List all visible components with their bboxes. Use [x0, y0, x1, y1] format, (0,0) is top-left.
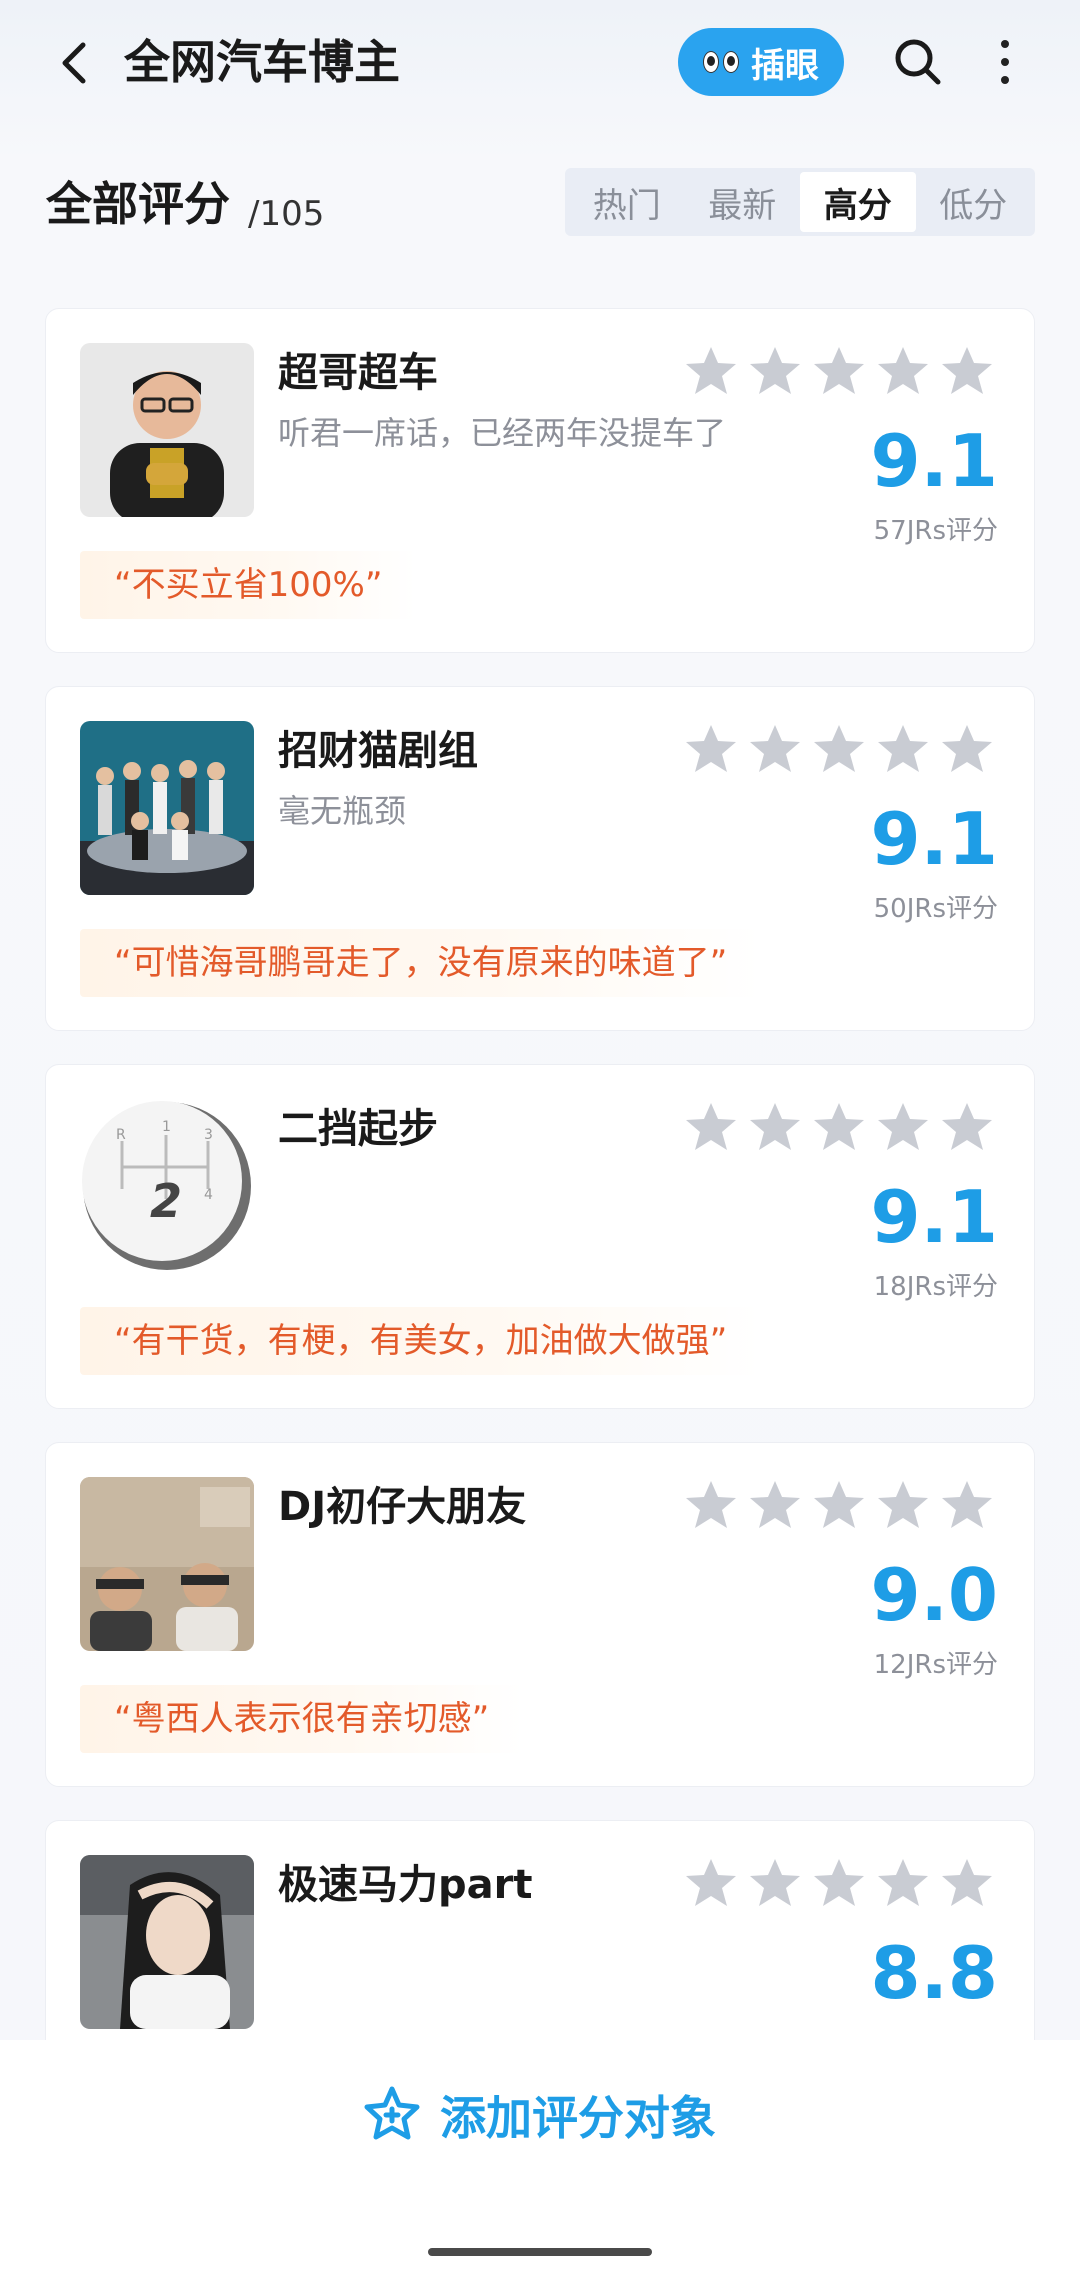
list-item[interactable]: 2 R 1 3 4 二挡起步 9.1 18JRs评分 “有干货，有梗，有美女，加…	[45, 1064, 1035, 1409]
svg-text:2: 2	[150, 1174, 182, 1228]
star-rating[interactable]	[684, 1857, 994, 1909]
star-rating[interactable]	[684, 1479, 994, 1531]
item-score: 9.0	[870, 1553, 998, 1637]
avatar: 2 R 1 3 4	[80, 1099, 254, 1273]
item-top-comment: “可惜海哥鹏哥走了，没有原来的味道了”	[80, 929, 762, 997]
star-icon	[750, 1859, 800, 1906]
item-name: 极速马力part	[278, 1862, 533, 1908]
item-rating-count: 57JRs评分	[873, 516, 998, 546]
star-icon	[878, 1103, 928, 1150]
item-score: 9.1	[870, 797, 998, 881]
star-icon	[942, 725, 992, 772]
sort-tab-low[interactable]: 低分	[916, 172, 1032, 232]
section-title: 全部评分	[46, 177, 230, 231]
eyes-icon	[703, 51, 739, 73]
star-icon	[686, 347, 736, 394]
star-icon	[814, 1481, 864, 1528]
star-icon	[814, 347, 864, 394]
star-icon	[942, 1481, 992, 1528]
item-rating-count: 50JRs评分	[873, 894, 998, 924]
peek-label: 插眼	[751, 45, 819, 86]
star-icon	[686, 1859, 736, 1906]
item-name: 二挡起步	[278, 1106, 438, 1152]
item-name: DJ初仔大朋友	[278, 1484, 527, 1530]
star-icon	[750, 347, 800, 394]
sort-tab-hot[interactable]: 热门	[569, 172, 685, 232]
star-icon	[686, 1481, 736, 1528]
item-name: 招财猫剧组	[278, 728, 478, 774]
star-rating[interactable]	[684, 723, 994, 775]
item-top-comment: “粤西人表示很有亲切感”	[80, 1685, 524, 1753]
back-button[interactable]	[40, 28, 110, 98]
star-icon	[814, 1859, 864, 1906]
avatar	[80, 343, 254, 517]
section-count: /105	[248, 194, 325, 234]
search-icon	[895, 39, 941, 85]
add-rating-target-button[interactable]: 添加评分对象	[0, 2070, 1080, 2160]
rating-list: 超哥超车 听君一席话，已经两年没提车了 9.1 57JRs评分 “不买立省100…	[45, 308, 1035, 2198]
star-icon	[878, 1481, 928, 1528]
avatar	[80, 1477, 254, 1651]
star-icon	[814, 1103, 864, 1150]
star-icon	[686, 1103, 736, 1150]
list-item[interactable]: DJ初仔大朋友 9.0 12JRs评分 “粤西人表示很有亲切感”	[45, 1442, 1035, 1787]
sort-tab-latest[interactable]: 最新	[685, 172, 801, 232]
item-score: 9.1	[870, 1175, 998, 1259]
svg-text:1: 1	[162, 1119, 171, 1135]
page-title: 全网汽车博主	[124, 35, 400, 89]
star-icon	[878, 347, 928, 394]
bottom-bar: 添加评分对象	[0, 2040, 1080, 2284]
star-plus-icon	[364, 2086, 420, 2140]
item-rating-count: 12JRs评分	[873, 1650, 998, 1680]
item-top-comment: “不买立省100%”	[80, 551, 417, 619]
sort-tabs: 热门 最新 高分 低分	[565, 168, 1035, 236]
star-icon	[942, 347, 992, 394]
svg-text:3: 3	[204, 1127, 213, 1143]
item-tagline: 听君一席话，已经两年没提车了	[278, 414, 727, 452]
more-dot-icon	[1001, 40, 1009, 48]
sort-tab-high[interactable]: 高分	[800, 172, 916, 232]
item-top-comment: “有干货，有梗，有美女，加油做大做强”	[80, 1307, 762, 1375]
search-button[interactable]	[888, 32, 948, 92]
more-dot-icon	[1001, 76, 1009, 84]
item-rating-count: 18JRs评分	[873, 1272, 998, 1302]
chevron-left-icon	[62, 42, 86, 84]
star-icon	[878, 725, 928, 772]
svg-text:R: R	[116, 1127, 126, 1143]
home-indicator[interactable]	[428, 2248, 652, 2256]
top-bar: 全网汽车博主 插眼	[0, 0, 1080, 130]
star-rating[interactable]	[684, 1101, 994, 1153]
star-icon	[942, 1859, 992, 1906]
more-dot-icon	[1001, 58, 1009, 66]
avatar	[80, 721, 254, 895]
star-icon	[750, 1103, 800, 1150]
star-rating[interactable]	[684, 345, 994, 397]
add-rating-target-label: 添加评分对象	[440, 2091, 716, 2145]
item-tagline: 毫无瓶颈	[278, 792, 407, 830]
page: 全网汽车博主 插眼 全部评分 /105 热门 最新 高分 低分 超哥超车 听君一…	[0, 0, 1080, 2284]
list-item[interactable]: 超哥超车 听君一席话，已经两年没提车了 9.1 57JRs评分 “不买立省100…	[45, 308, 1035, 653]
item-score: 8.8	[870, 1931, 998, 2015]
avatar	[80, 1855, 254, 2029]
star-icon	[750, 725, 800, 772]
star-icon	[942, 1103, 992, 1150]
more-options-button[interactable]	[980, 30, 1030, 94]
list-item[interactable]: 招财猫剧组 毫无瓶颈 9.1 50JRs评分 “可惜海哥鹏哥走了，没有原来的味道…	[45, 686, 1035, 1031]
item-score: 9.1	[870, 419, 998, 503]
item-name: 超哥超车	[278, 350, 438, 396]
star-icon	[814, 725, 864, 772]
svg-text:4: 4	[204, 1187, 213, 1203]
peek-button[interactable]: 插眼	[678, 28, 844, 96]
star-icon	[750, 1481, 800, 1528]
star-icon	[878, 1859, 928, 1906]
star-icon	[686, 725, 736, 772]
